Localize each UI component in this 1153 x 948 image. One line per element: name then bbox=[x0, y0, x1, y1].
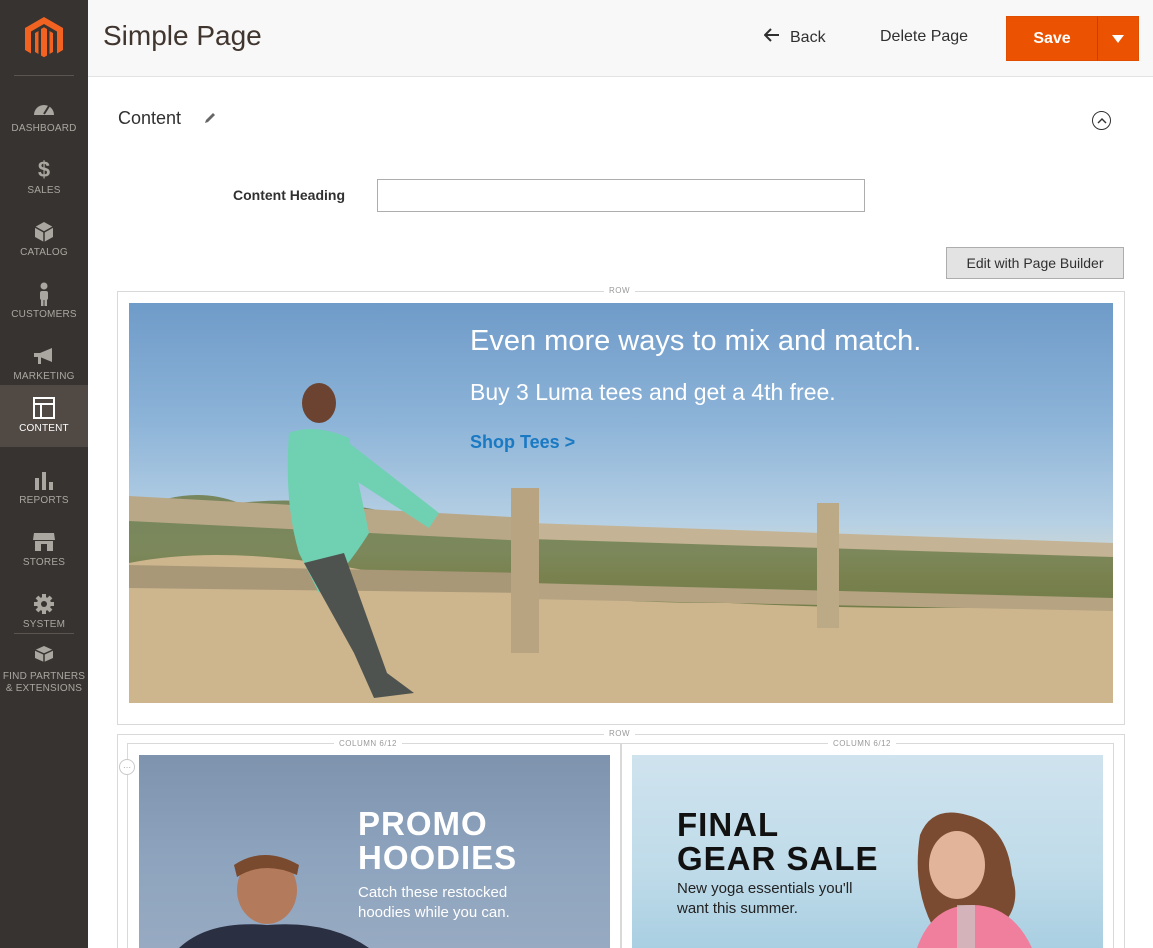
dollar-icon: $ bbox=[37, 157, 51, 182]
collapse-icon[interactable] bbox=[1092, 111, 1111, 130]
nav-label: CUSTOMERS bbox=[11, 309, 77, 320]
row-label: ROW bbox=[604, 286, 636, 295]
column-label: COLUMN 6/12 bbox=[334, 739, 402, 748]
nav-label: DASHBOARD bbox=[11, 123, 77, 134]
pencil-icon[interactable] bbox=[203, 111, 217, 130]
promo-subtitle: New yoga essentials you'll want this sum… bbox=[677, 879, 852, 919]
nav-label: FIND PARTNERS & EXTENSIONS bbox=[0, 671, 88, 695]
boxes-icon bbox=[0, 645, 88, 667]
nav-label: CATALOG bbox=[20, 247, 68, 258]
back-button[interactable]: Back bbox=[763, 28, 826, 47]
divider bbox=[14, 633, 74, 634]
nav-label: CONTENT bbox=[19, 423, 69, 434]
nav-label-line1: FIND PARTNERS bbox=[2, 671, 86, 682]
magento-logo[interactable] bbox=[24, 16, 64, 60]
promo-subtitle-line1: Catch these restocked bbox=[358, 884, 508, 901]
banner-subheadline: Buy 3 Luma tees and get a 4th free. bbox=[470, 379, 836, 405]
promo-title: PROMO HOODIES bbox=[358, 807, 517, 875]
edit-with-page-builder-button[interactable]: Edit with Page Builder bbox=[946, 247, 1124, 279]
promo-banner-gear-sale[interactable]: FINAL GEAR SALE New yoga essentials you'… bbox=[632, 755, 1103, 948]
nav-customers[interactable]: CUSTOMERS bbox=[0, 271, 88, 333]
nav-sales[interactable]: $ SALES bbox=[0, 147, 88, 209]
promo-subtitle: Catch these restocked hoodies while you … bbox=[358, 883, 510, 923]
drag-handle-icon[interactable]: ⋯ bbox=[119, 759, 135, 775]
admin-sidebar: DASHBOARD $ SALES CATALOG CUSTOMERS MARK… bbox=[0, 0, 88, 948]
layout-icon bbox=[0, 397, 88, 419]
promo-subtitle-line1: New yoga essentials you'll bbox=[677, 880, 853, 897]
promo-title-line1: PROMO bbox=[358, 805, 488, 842]
nav-stores[interactable]: STORES bbox=[0, 519, 88, 581]
back-label: Back bbox=[790, 28, 826, 46]
nav-find-partners[interactable]: FIND PARTNERS & EXTENSIONS bbox=[0, 643, 88, 701]
nav-label: STORES bbox=[22, 557, 66, 568]
page-header: Simple Page Back Delete Page Save bbox=[88, 0, 1153, 77]
nav-dashboard[interactable]: DASHBOARD bbox=[0, 85, 88, 147]
delete-page-button[interactable]: Delete Page bbox=[880, 28, 968, 46]
promo-title-line2: HOODIES bbox=[358, 839, 518, 876]
megaphone-icon bbox=[0, 345, 88, 367]
shop-tees-link[interactable]: Shop Tees > bbox=[470, 432, 575, 453]
promo-subtitle-line2: hoodies while you can. bbox=[358, 904, 510, 921]
caret-down-icon bbox=[1112, 30, 1124, 48]
person-icon bbox=[0, 282, 88, 306]
row-label: ROW bbox=[604, 729, 636, 738]
promo-banner-hoodies[interactable]: PROMO HOODIES Catch these restocked hood… bbox=[139, 755, 610, 948]
nav-label: SALES bbox=[27, 185, 61, 196]
content-heading-input[interactable] bbox=[377, 179, 865, 212]
gear-icon bbox=[0, 593, 88, 615]
banner[interactable]: Even more ways to mix and match. Buy 3 L… bbox=[129, 303, 1113, 703]
banner-image bbox=[129, 383, 1113, 703]
page-title: Simple Page bbox=[103, 20, 262, 51]
banner-headline: Even more ways to mix and match. bbox=[470, 325, 922, 357]
promo-title-line2: GEAR SALE bbox=[677, 840, 879, 877]
storefront-icon bbox=[0, 531, 88, 553]
column-label: COLUMN 6/12 bbox=[828, 739, 896, 748]
promo-title: FINAL GEAR SALE bbox=[677, 808, 879, 876]
save-button[interactable]: Save bbox=[1006, 16, 1098, 61]
nav-content[interactable]: CONTENT bbox=[0, 385, 88, 447]
promo-subtitle-line2: want this summer. bbox=[677, 900, 798, 917]
nav-reports[interactable]: REPORTS bbox=[0, 457, 88, 519]
section-title[interactable]: Content bbox=[118, 108, 181, 129]
save-options-toggle[interactable] bbox=[1097, 16, 1139, 61]
cube-icon bbox=[0, 221, 88, 243]
nav-label-line2: & EXTENSIONS bbox=[5, 683, 83, 694]
bar-chart-icon bbox=[0, 469, 88, 491]
nav-catalog[interactable]: CATALOG bbox=[0, 209, 88, 271]
nav-label: REPORTS bbox=[19, 495, 69, 506]
content-heading-label: Content Heading bbox=[233, 187, 345, 203]
arrow-left-icon bbox=[763, 28, 780, 47]
dashboard-icon bbox=[0, 97, 88, 119]
promo-title-line1: FINAL bbox=[677, 806, 780, 843]
nav-label: SYSTEM bbox=[22, 619, 66, 630]
divider bbox=[14, 75, 74, 76]
nav-label: MARKETING bbox=[13, 371, 75, 382]
